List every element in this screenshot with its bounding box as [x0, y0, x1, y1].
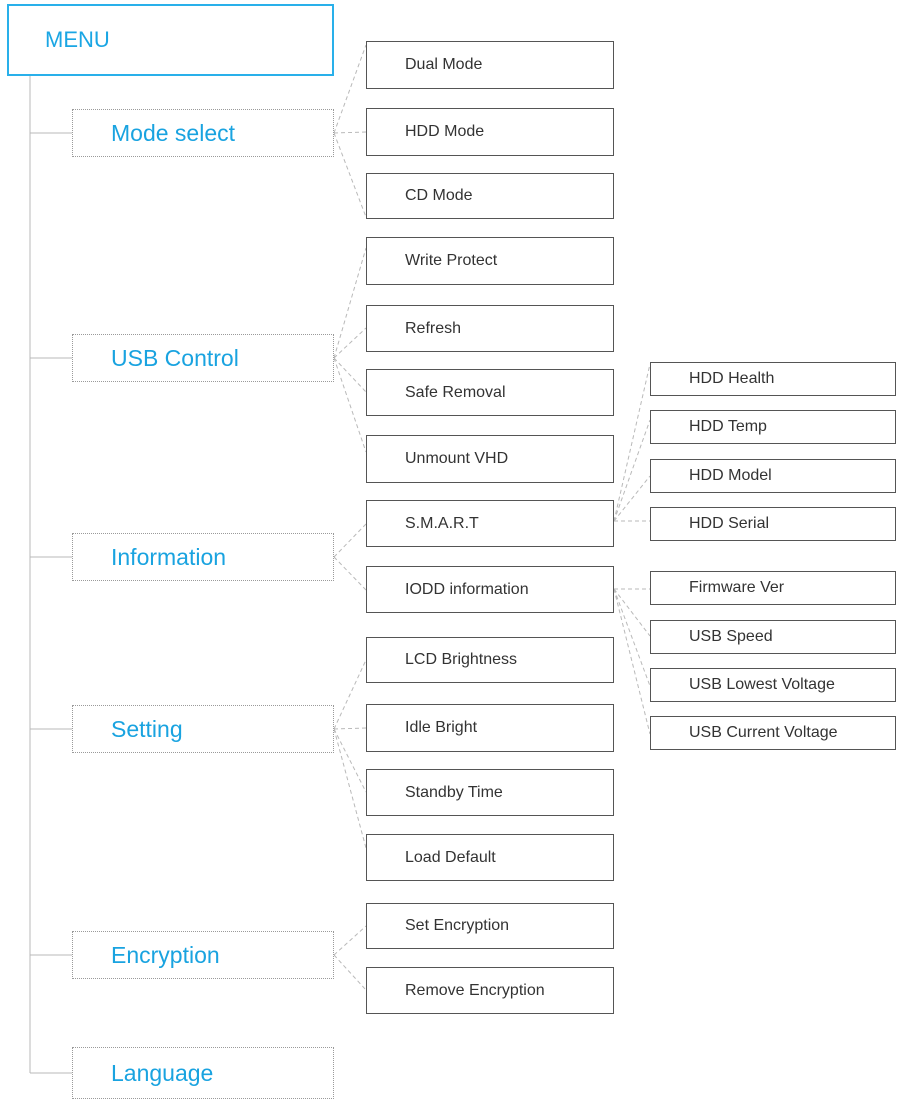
category-mode-select: Mode select — [72, 109, 334, 157]
item-cd-mode: CD Mode — [366, 173, 614, 219]
detail-label: Firmware Ver — [689, 579, 785, 596]
item-label: Load Default — [405, 848, 496, 866]
fan-line — [333, 44, 367, 134]
item-label: Refresh — [405, 319, 462, 337]
fan-line — [333, 357, 367, 393]
category-label: Encryption — [111, 941, 220, 968]
item-dual-mode: Dual Mode — [366, 41, 614, 89]
fan-line — [333, 954, 367, 991]
detail-fan-line — [613, 475, 651, 522]
category-label: Information — [111, 543, 227, 570]
detail-hdd-serial: HDD Serial — [650, 507, 896, 541]
menu-root-label: MENU — [45, 27, 110, 52]
category-label: USB Control — [111, 344, 239, 371]
fan-line — [333, 728, 367, 849]
item-idle-bright: Idle Bright — [366, 704, 614, 752]
detail-label: HDD Health — [689, 370, 775, 387]
menu-root-box: MENU — [7, 4, 334, 76]
item-iodd-information: IODD information — [366, 566, 614, 613]
category-label: Language — [111, 1059, 214, 1086]
item-hdd-mode: HDD Mode — [366, 108, 614, 156]
detail-usb-lowest-voltage: USB Lowest Voltage — [650, 668, 896, 702]
detail-usb-speed: USB Speed — [650, 620, 896, 654]
item-set-encryption: Set Encryption — [366, 903, 614, 949]
category-language: Language — [72, 1047, 334, 1099]
item-label: Set Encryption — [405, 917, 510, 934]
item-safe-removal: Safe Removal — [366, 369, 614, 416]
detail-fan-line — [613, 588, 651, 687]
detail-label: USB Lowest Voltage — [689, 676, 835, 693]
fan-line — [333, 556, 367, 591]
item-label: CD Mode — [405, 187, 473, 204]
item-label: Safe Removal — [405, 383, 506, 401]
item-label: LCD Brightness — [405, 651, 518, 668]
detail-label: HDD Model — [689, 467, 772, 484]
item-refresh: Refresh — [366, 305, 614, 352]
fan-line — [333, 925, 367, 956]
fan-line — [333, 728, 367, 793]
menu-tree-diagram: MENU Mode select USB Control Information… — [0, 0, 898, 1102]
fan-line — [333, 357, 367, 453]
item-label: Dual Mode — [405, 56, 483, 73]
detail-fan-line — [613, 588, 651, 735]
item-label: Write Protect — [405, 252, 498, 269]
fan-line — [333, 659, 367, 730]
fan-line — [333, 247, 367, 359]
category-information: Information — [72, 533, 334, 581]
item-label: Unmount VHD — [405, 450, 509, 467]
fan-line — [333, 132, 367, 218]
item-load-default: Load Default — [366, 834, 614, 881]
item-label: Standby Time — [405, 783, 503, 801]
item-label: IODD information — [405, 580, 529, 598]
fan-line — [333, 523, 367, 558]
fan-line — [333, 327, 367, 359]
item-smart: S.M.A.R.T — [366, 500, 614, 547]
item-label: Remove Encryption — [405, 981, 545, 999]
category-label: Mode select — [111, 119, 236, 146]
detail-firmware-ver: Firmware Ver — [650, 571, 896, 605]
fan-line — [333, 131, 367, 134]
detail-hdd-temp: HDD Temp — [650, 410, 896, 444]
category-encryption: Encryption — [72, 931, 334, 979]
detail-label: USB Speed — [689, 628, 773, 645]
item-write-protect: Write Protect — [366, 237, 614, 285]
detail-hdd-model: HDD Model — [650, 459, 896, 493]
item-unmount-vhd: Unmount VHD — [366, 435, 614, 483]
item-label: HDD Mode — [405, 123, 485, 140]
detail-fan-line — [613, 588, 651, 637]
category-label: Setting — [111, 715, 183, 742]
detail-fan-line — [613, 363, 651, 522]
detail-hdd-health: HDD Health — [650, 362, 896, 396]
category-usb-control: USB Control — [72, 334, 334, 382]
detail-fan-line — [613, 419, 651, 522]
fan-line — [333, 727, 367, 730]
item-label: Idle Bright — [405, 719, 478, 736]
detail-usb-current-voltage: USB Current Voltage — [650, 716, 896, 750]
detail-label: HDD Serial — [689, 515, 770, 532]
detail-label: HDD Temp — [689, 418, 767, 435]
item-lcd-brightness: LCD Brightness — [366, 637, 614, 683]
item-remove-encryption: Remove Encryption — [366, 967, 614, 1014]
item-label: S.M.A.R.T — [405, 514, 479, 532]
category-setting: Setting — [72, 705, 334, 753]
item-standby-time: Standby Time — [366, 769, 614, 816]
detail-label: USB Current Voltage — [689, 724, 838, 741]
